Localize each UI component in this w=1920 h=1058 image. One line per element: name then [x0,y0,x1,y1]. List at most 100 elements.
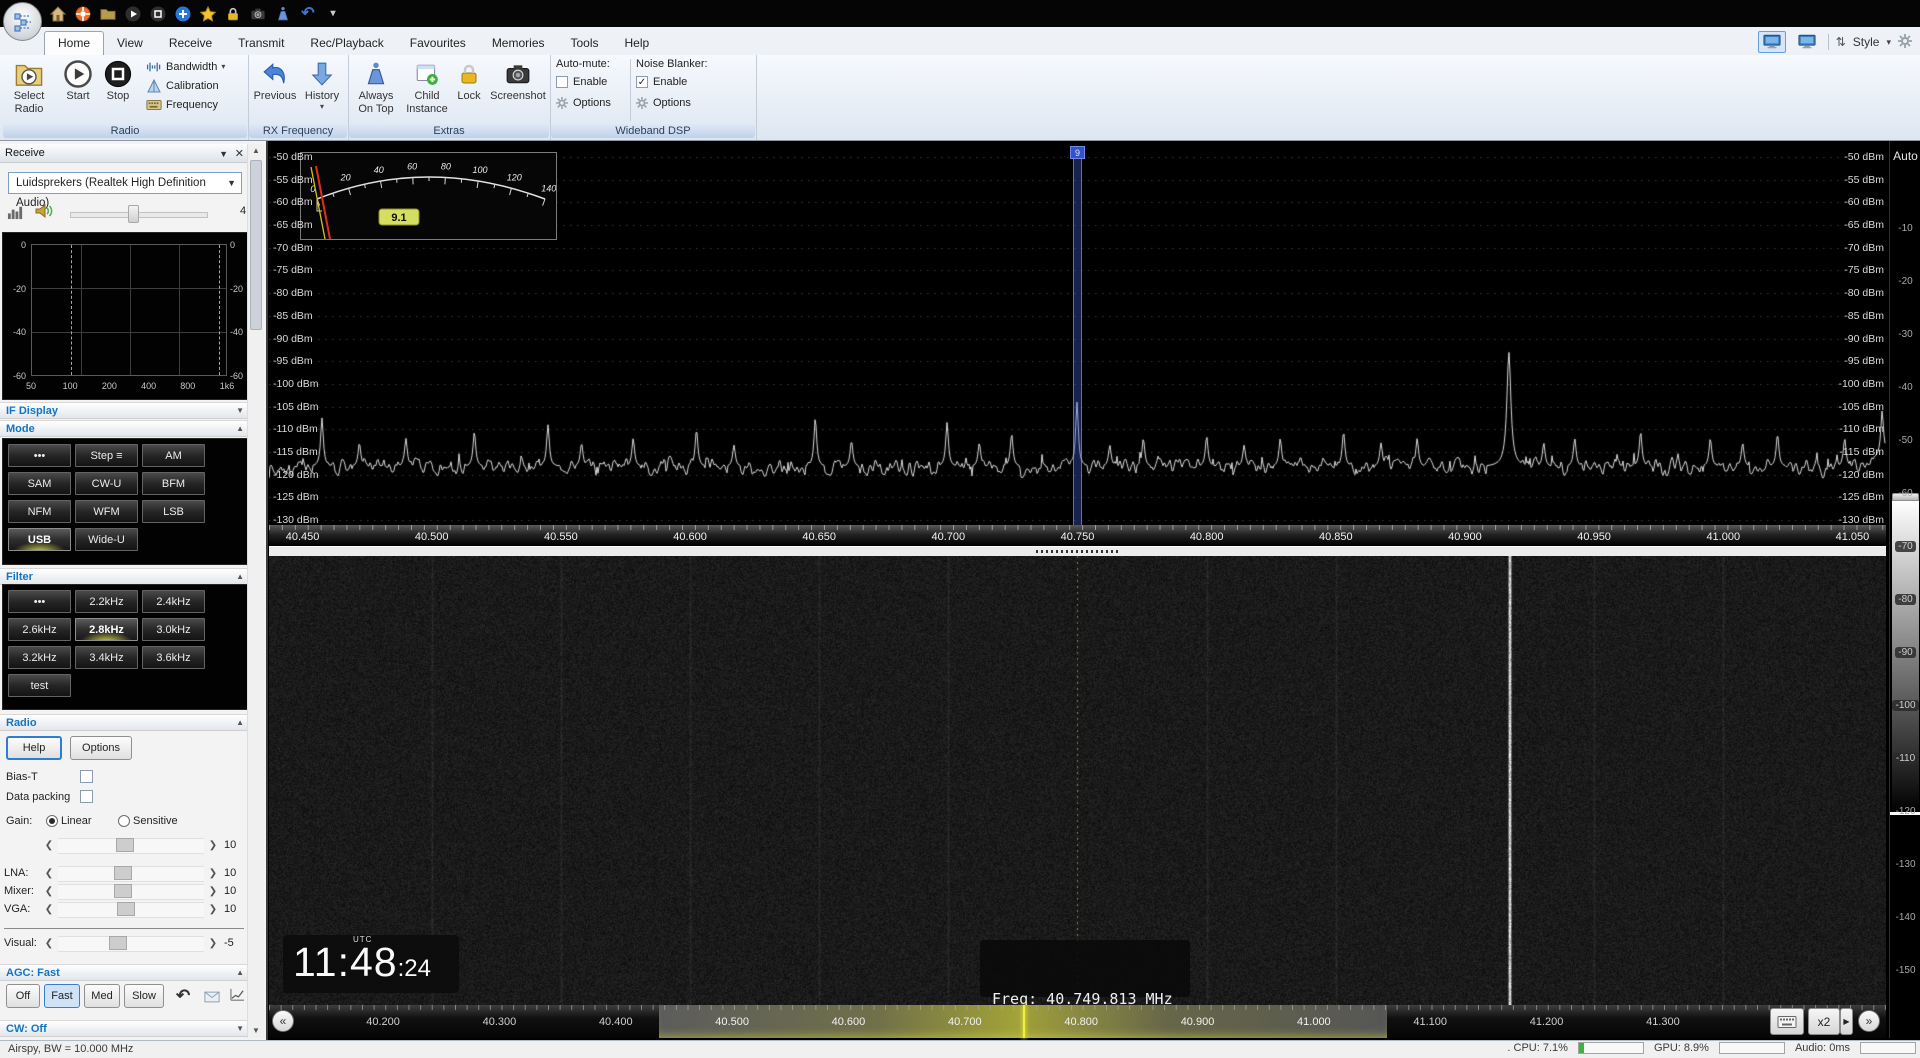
agc-graph-icon[interactable] [230,987,245,1007]
qat-undo-icon[interactable]: ↶ [298,4,318,24]
tab-home[interactable]: Home [44,31,105,55]
data-packing-checkbox[interactable] [80,790,93,803]
audio-device-select[interactable]: Luidsprekers (Realtek High Definition Au… [8,172,242,209]
tab-favourites[interactable]: Favourites [397,31,479,55]
ribbon-button-select-radio[interactable]: Select Radio [7,57,51,116]
slider-track[interactable] [58,884,204,900]
filter-button-2-4khz[interactable]: 2.4kHz [142,590,205,613]
agc-undo-icon[interactable]: ↶ [176,986,190,1006]
auto-mute-enable-checkbox[interactable] [556,76,568,88]
slider-decrement[interactable]: ❮ [44,868,54,879]
mode-button-wfm[interactable]: WFM [75,500,138,523]
agc-button-med[interactable]: Med [84,984,120,1008]
ribbon-button-child-instance[interactable]: Child Instance [404,57,450,116]
ribbon-button-screenshot[interactable]: Screenshot [488,57,548,103]
tab-help[interactable]: Help [612,31,663,55]
slider-decrement[interactable]: ❮ [44,886,54,897]
receive-panel-header[interactable]: Receive ▼ ✕ [0,144,250,163]
tab-tools[interactable]: Tools [558,31,612,55]
auto-mute-options-button[interactable]: Options [556,97,632,109]
qat-open-folder-icon[interactable] [98,4,118,24]
filter-button-test[interactable]: test [8,674,71,697]
filter-button-2-6khz[interactable]: 2.6kHz [8,618,71,641]
ribbon-button-history[interactable]: History ▾ [300,57,344,111]
ribbon-button-stop[interactable]: Stop [100,57,136,103]
slider-thumb[interactable] [114,884,133,898]
agc-button-fast[interactable]: Fast [44,984,80,1008]
section-header-cw[interactable]: CW: Off ▼ [0,1020,250,1037]
filter-button-2-8khz[interactable]: 2.8kHz [75,618,138,641]
mode-button-cw-u[interactable]: CW-U [75,472,138,495]
filter-button-3-2khz[interactable]: 3.2kHz [8,646,71,669]
noise-blanker-options-button[interactable]: Options [636,97,712,109]
nav-forward-button[interactable]: » [1858,1010,1880,1032]
ribbon-button-always-on-top[interactable]: Always On Top [352,57,400,116]
slider-track[interactable] [58,866,204,882]
qat-add-icon[interactable] [173,4,193,24]
agc-button-slow[interactable]: Slow [124,984,164,1008]
slider-thumb[interactable] [114,866,133,880]
qat-favourite-star-icon[interactable] [198,4,218,24]
qat-home-icon[interactable] [48,4,68,24]
filter-button-3-4khz[interactable]: 3.4kHz [75,646,138,669]
resize-arrows-icon[interactable]: ⇅ [1836,35,1846,49]
ribbon-button-bandwidth[interactable]: Bandwidth ▾ [146,58,225,76]
ribbon-button-lock[interactable]: Lock [452,57,486,103]
mode-button-sam[interactable]: SAM [8,472,71,495]
tuned-marker-flag[interactable]: 9 [1070,146,1085,159]
mode-button-nfm[interactable]: NFM [8,500,71,523]
ribbon-button-previous[interactable]: Previous [252,57,298,103]
mode-button-bfm[interactable]: BFM [142,472,205,495]
section-header-agc[interactable]: AGC: Fast ▲ [0,964,250,981]
keyboard-entry-button[interactable] [1770,1008,1804,1035]
mode-button-am[interactable]: AM [142,444,205,467]
tab-view[interactable]: View [104,31,156,55]
zoom-button[interactable]: x2 [1808,1008,1840,1035]
tuned-frequency-marker[interactable] [1073,146,1082,525]
ribbon-button-calibration[interactable]: Calibration [146,77,219,95]
tab-receive[interactable]: Receive [156,31,225,55]
section-header-mode[interactable]: Mode ▲ [0,420,250,437]
style-caret-icon[interactable]: ▾ [1886,37,1891,48]
slider-increment[interactable]: ❯ [208,904,218,915]
qat-beacon-icon[interactable] [273,4,293,24]
gain-linear-radio[interactable] [46,815,58,827]
qat-lock-icon[interactable] [223,4,243,24]
slider-decrement[interactable]: ❮ [44,904,54,915]
mode-button-lsb[interactable]: LSB [142,500,205,523]
slider-thumb[interactable] [116,902,135,916]
qat-more-caret-icon[interactable]: ▾ [323,4,343,24]
speaker-icon[interactable] [34,201,54,226]
style-label[interactable]: Style [1853,35,1880,49]
panel-menu-caret-icon[interactable]: ▼ [219,145,228,163]
mode-button-usb[interactable]: USB [8,528,71,551]
slider-decrement[interactable]: ❮ [44,840,54,851]
tab-memories[interactable]: Memories [479,31,558,55]
slider-track[interactable] [58,838,204,854]
monitor-primary-icon[interactable] [1757,31,1786,53]
qat-play-icon[interactable] [123,4,143,24]
slider-thumb[interactable] [109,936,128,950]
audio-spectrum-chart[interactable]: 0 0 -20 -20 -40 -40 -60 -60 50 100 200 400 800 1k6 [2,232,248,400]
volume-slider[interactable] [70,205,208,223]
section-header-filter[interactable]: Filter ▲ [0,568,250,585]
slider-thumb[interactable] [115,838,134,852]
ribbon-button-start[interactable]: Start [60,57,96,103]
filter-button-more[interactable]: ••• [8,590,71,613]
filter-button-2-2khz[interactable]: 2.2kHz [75,590,138,613]
app-menu-button[interactable] [3,2,42,41]
section-header-radio[interactable]: Radio ▲ [0,714,250,731]
settings-gear-icon[interactable] [1898,33,1912,51]
tab-transmit[interactable]: Transmit [225,31,297,55]
equalizer-icon[interactable] [7,203,24,225]
slider-decrement[interactable]: ❮ [44,938,54,949]
filter-button-3-6khz[interactable]: 3.6kHz [142,646,205,669]
waterfall-display[interactable] [269,556,1886,1005]
agc-envelope-icon[interactable] [204,989,220,1010]
slider-track[interactable] [58,936,204,952]
zoom-caret-icon[interactable]: ▶ [1840,1008,1853,1035]
mode-button-more[interactable]: ••• [8,444,71,467]
nav-back-button[interactable]: « [272,1010,294,1032]
scrollbar-thumb[interactable] [250,160,262,330]
qat-stop-icon[interactable] [148,4,168,24]
